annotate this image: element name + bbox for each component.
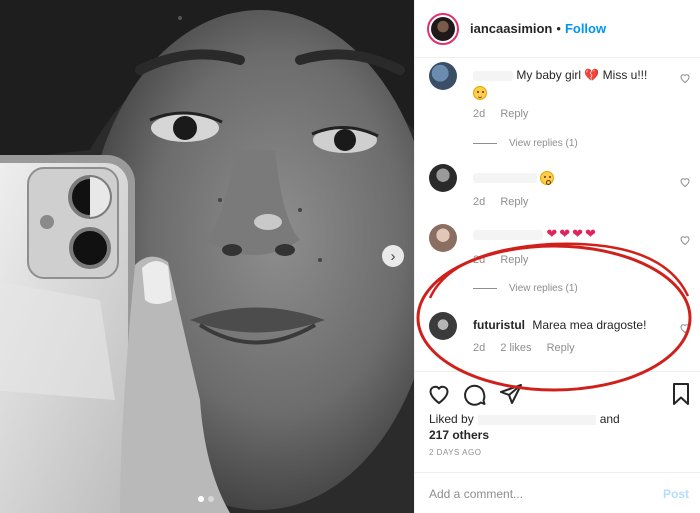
liked-by-label: Liked by bbox=[429, 412, 474, 426]
comment-list: My baby girl 💔 Miss u!!! 2d Reply View r… bbox=[415, 58, 700, 371]
comment-body: futuristul Marea mea dragoste! bbox=[473, 318, 646, 332]
chevron-right-icon: › bbox=[390, 247, 396, 265]
post-timestamp[interactable]: 2 DAYS AGO bbox=[429, 448, 481, 457]
carousel-indicator bbox=[198, 496, 214, 502]
comment-input[interactable]: Add a comment... bbox=[429, 487, 523, 501]
comment-text: My baby girl bbox=[516, 68, 582, 82]
comment-meta: 2d Reply bbox=[473, 254, 540, 266]
comment-body: My baby girl 💔 Miss u!!! bbox=[473, 68, 647, 82]
commenter-avatar[interactable] bbox=[429, 224, 457, 252]
comment-time: 2d bbox=[473, 254, 486, 266]
comment-username[interactable]: futuristul bbox=[473, 318, 525, 332]
reply-button[interactable]: Reply bbox=[547, 342, 575, 354]
blurred-username bbox=[473, 70, 513, 81]
comment-time: 2d bbox=[473, 196, 486, 208]
comment-like-icon[interactable] bbox=[679, 72, 691, 84]
comment-form: Add a comment... Post bbox=[415, 472, 700, 513]
bookmark-icon[interactable] bbox=[669, 382, 693, 406]
reply-button[interactable]: Reply bbox=[500, 108, 528, 120]
share-icon[interactable] bbox=[499, 382, 523, 406]
carousel-dot-active bbox=[198, 496, 204, 502]
carousel-dot bbox=[208, 496, 214, 502]
broken-heart-icon: 💔 bbox=[584, 68, 600, 82]
commenter-avatar[interactable] bbox=[429, 312, 457, 340]
red-hearts-emoji: ❤❤❤❤ bbox=[546, 226, 598, 241]
commenter-avatar[interactable] bbox=[429, 164, 457, 192]
comment-time: 2d bbox=[473, 108, 486, 120]
comment-likes[interactable]: 2 likes bbox=[500, 342, 531, 354]
comment-item: futuristul Marea mea dragoste! 2d 2 like… bbox=[429, 312, 691, 362]
reply-button[interactable]: Reply bbox=[500, 254, 528, 266]
comment-item: ❤❤❤❤ 2d Reply View replies (1) bbox=[429, 224, 691, 304]
comment-item: My baby girl 💔 Miss u!!! 2d Reply View r… bbox=[429, 62, 691, 152]
comment-icon[interactable] bbox=[463, 382, 487, 406]
smiling-face-icon bbox=[473, 84, 487, 102]
comment-meta: 2d Reply bbox=[473, 108, 540, 120]
blurred-liker bbox=[477, 414, 596, 425]
comment-meta: 2d 2 likes Reply bbox=[473, 342, 587, 354]
view-replies-button[interactable]: View replies (1) bbox=[473, 138, 578, 149]
likes-count[interactable]: 217 others bbox=[429, 428, 489, 442]
comment-text: Marea mea dragoste! bbox=[532, 318, 647, 332]
commenter-avatar[interactable] bbox=[429, 62, 457, 90]
post-username[interactable]: iancaasimion bbox=[470, 21, 552, 36]
astonished-face-icon bbox=[540, 170, 555, 185]
blurred-username bbox=[473, 172, 537, 183]
post-comment-button[interactable]: Post bbox=[663, 487, 689, 501]
action-bar bbox=[415, 371, 700, 411]
comment-body: ❤❤❤❤ bbox=[473, 226, 598, 242]
heart-icon[interactable] bbox=[427, 382, 451, 406]
comment-like-icon[interactable] bbox=[679, 322, 691, 334]
comment-body bbox=[473, 170, 555, 185]
reply-button[interactable]: Reply bbox=[500, 196, 528, 208]
blurred-username bbox=[473, 229, 543, 240]
comment-text-after: Miss u!!! bbox=[602, 68, 648, 82]
comment-meta: 2d Reply bbox=[473, 196, 540, 208]
selfie-image bbox=[0, 0, 414, 513]
post-header: iancaasimion • Follow bbox=[415, 0, 700, 58]
next-slide-button[interactable]: › bbox=[382, 245, 404, 267]
comment-item: 2d Reply bbox=[429, 164, 691, 214]
follow-button[interactable]: Follow bbox=[565, 21, 606, 36]
comment-like-icon[interactable] bbox=[679, 234, 691, 246]
post-photo[interactable]: › bbox=[0, 0, 414, 513]
liked-and-label: and bbox=[599, 412, 620, 426]
profile-avatar[interactable] bbox=[427, 12, 459, 45]
view-replies-button[interactable]: View replies (1) bbox=[473, 283, 578, 294]
post-sidebar: iancaasimion • Follow My baby girl 💔 Mis… bbox=[414, 0, 700, 513]
comment-time: 2d bbox=[473, 342, 486, 354]
likes-summary: Liked by and 217 others bbox=[429, 411, 620, 443]
comment-like-icon[interactable] bbox=[679, 176, 691, 188]
separator-dot: • bbox=[556, 21, 561, 36]
